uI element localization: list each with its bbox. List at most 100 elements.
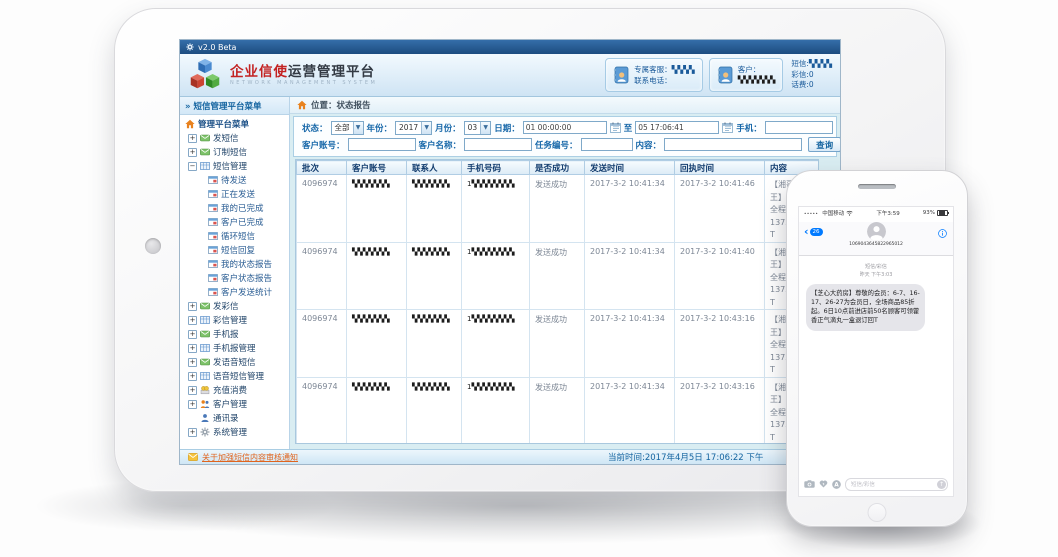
expand-icon[interactable]: +	[188, 400, 197, 409]
collapse-icon[interactable]: −	[188, 162, 197, 171]
query-button[interactable]: 查询	[808, 137, 841, 152]
camera-icon[interactable]	[804, 480, 815, 488]
expand-icon[interactable]: +	[188, 386, 197, 395]
column-header-6[interactable]: 回执时间	[675, 161, 765, 175]
imessage-apps-icon[interactable]: A	[832, 480, 841, 489]
sidebar-item-22[interactable]: +系统管理	[180, 425, 289, 439]
mail-icon	[200, 301, 210, 311]
column-header-2[interactable]: 联系人	[407, 161, 462, 175]
filter-input-1-5[interactable]	[765, 121, 833, 134]
calendar-icon[interactable]	[722, 122, 733, 133]
filter-input-1-4[interactable]	[635, 121, 719, 134]
table-row[interactable]: 4096974▚▚▚▚▚▚▚▚▚▚▚▚▚▚1▚▚▚▚▚▚▚▚发送成功2017-3…	[297, 310, 819, 378]
sidebar-item-21[interactable]: 通讯录	[180, 411, 289, 425]
sidebar-item-label: 短信回复	[221, 244, 255, 256]
sidebar-item-17[interactable]: +发语音短信	[180, 355, 289, 369]
filter-input-2-3[interactable]	[664, 138, 802, 151]
sidebar-item-10[interactable]: 我的状态报告	[180, 257, 289, 271]
filter-row-1: 状态：全部▼年份：2017▼月份：03▼日期：至手机：	[302, 119, 832, 136]
sidebar-item-15[interactable]: +手机报	[180, 327, 289, 341]
sidebar-item-6[interactable]: 我的已完成	[180, 201, 289, 215]
filter-panel: 状态：全部▼年份：2017▼月份：03▼日期：至手机： 客户账号：客户名称：任务…	[293, 116, 837, 157]
filter-select-1-1[interactable]: 2017▼	[395, 121, 432, 135]
mms-balance: 彩信:0	[791, 70, 832, 81]
cell-contact: ▚▚▚▚▚▚▚	[407, 310, 462, 378]
chevron-down-icon: ▼	[353, 122, 363, 134]
sidebar-item-11[interactable]: 客户状态报告	[180, 271, 289, 285]
sidebar-item-12[interactable]: 客户发送统计	[180, 285, 289, 299]
sidebar: » 短信管理平台菜单 管理平台菜单+发短信+订制短信−短信管理待发送正在发送我的…	[180, 97, 290, 449]
expand-icon[interactable]: +	[188, 330, 197, 339]
unread-badge: 26	[810, 228, 823, 236]
sidebar-item-19[interactable]: + 充值消费	[180, 383, 289, 397]
digital-touch-icon[interactable]	[819, 480, 828, 488]
service-line1: 专属客服：▚▚▚▚	[634, 64, 695, 75]
cell-status: 发送成功	[530, 377, 585, 444]
cell-account: ▚▚▚▚▚▚▚	[347, 377, 407, 444]
cubes-logo-icon	[186, 56, 224, 94]
back-button[interactable]: ‹ 26	[804, 227, 823, 237]
app-subtitle: NETWORK MANAGEMENT SYSTEM	[230, 81, 377, 87]
message-caption: 短信/彩信 昨天 下午3:03	[799, 264, 953, 279]
table-row[interactable]: 4096974▚▚▚▚▚▚▚▚▚▚▚▚▚▚1▚▚▚▚▚▚▚▚发送成功2017-3…	[297, 377, 819, 444]
home-button[interactable]	[868, 503, 887, 522]
column-header-5[interactable]: 发送时间	[585, 161, 675, 175]
app-title-block: 企业信使运营管理平台 NETWORK MANAGEMENT SYSTEM	[230, 65, 377, 86]
sidebar-item-0[interactable]: 管理平台菜单	[180, 117, 289, 131]
filter-input-2-0[interactable]	[348, 138, 416, 151]
message-composer: A 短信/彩信 ↑	[804, 477, 948, 491]
expand-icon[interactable]: +	[188, 358, 197, 367]
table-row[interactable]: 4096974▚▚▚▚▚▚▚▚▚▚▚▚▚▚1▚▚▚▚▚▚▚▚发送成功2017-3…	[297, 242, 819, 310]
cell-status: 发送成功	[530, 242, 585, 310]
main-panel: 位置：状态报告 状态：全部▼年份：2017▼月份：03▼日期：至手机： 客户账号…	[290, 97, 840, 449]
sidebar-item-18[interactable]: +语音短信管理	[180, 369, 289, 383]
column-header-3[interactable]: 手机号码	[462, 161, 530, 175]
cell-receipt-time: 2017-3-2 10:43:16	[675, 377, 765, 444]
cell-batch: 4096974	[297, 310, 347, 378]
expand-icon[interactable]: +	[188, 148, 197, 157]
sidebar-item-3[interactable]: −短信管理	[180, 159, 289, 173]
avatar[interactable]	[867, 222, 886, 241]
sidebar-item-label: 客户发送统计	[221, 286, 272, 298]
sidebar-item-4[interactable]: 待发送	[180, 173, 289, 187]
info-icon[interactable]	[938, 229, 947, 238]
filter-select-1-2[interactable]: 03▼	[464, 121, 492, 135]
window-titlebar: v2.0 Beta	[180, 40, 840, 54]
breadcrumb-label: 位置：状态报告	[311, 99, 371, 111]
expand-icon[interactable]: +	[188, 428, 197, 437]
sidebar-item-16[interactable]: +手机报管理	[180, 341, 289, 355]
sidebar-item-label: 循环短信	[221, 230, 255, 242]
sidebar-item-8[interactable]: 循环短信	[180, 229, 289, 243]
cell-status: 发送成功	[530, 310, 585, 378]
table-row[interactable]: 4096974▚▚▚▚▚▚▚▚▚▚▚▚▚▚1▚▚▚▚▚▚▚▚发送成功2017-3…	[297, 175, 819, 243]
column-header-4[interactable]: 是否成功	[530, 161, 585, 175]
expand-icon[interactable]: +	[188, 316, 197, 325]
message-input[interactable]: 短信/彩信 ↑	[845, 478, 948, 491]
notice-link[interactable]: 关于加强短信内容审核通知	[202, 452, 298, 463]
column-header-0[interactable]: 批次	[297, 161, 347, 175]
sidebar-item-5[interactable]: 正在发送	[180, 187, 289, 201]
sidebar-item-7[interactable]: 客户已完成	[180, 215, 289, 229]
filter-select-1-0[interactable]: 全部▼	[331, 121, 364, 135]
sidebar-item-label: 我的已完成	[221, 202, 264, 214]
sidebar-item-label: 充值消费	[213, 384, 247, 396]
sidebar-item-2[interactable]: +订制短信	[180, 145, 289, 159]
send-button[interactable]: ↑	[937, 480, 946, 489]
calendar-icon[interactable]	[610, 122, 621, 133]
battery-icon	[937, 210, 948, 217]
column-header-1[interactable]: 客户账号	[347, 161, 407, 175]
filter-input-2-2[interactable]	[581, 138, 633, 151]
sidebar-item-9[interactable]: 短信回复	[180, 243, 289, 257]
sidebar-item-14[interactable]: +彩信管理	[180, 313, 289, 327]
filter-label-2-2: 任务编号：	[535, 139, 578, 151]
grid-icon	[200, 343, 210, 353]
sidebar-item-1[interactable]: +发短信	[180, 131, 289, 145]
filter-input-1-3[interactable]	[523, 121, 607, 134]
sidebar-item-13[interactable]: +发彩信	[180, 299, 289, 313]
expand-icon[interactable]: +	[188, 344, 197, 353]
expand-icon[interactable]: +	[188, 134, 197, 143]
sidebar-item-20[interactable]: +客户管理	[180, 397, 289, 411]
expand-icon[interactable]: +	[188, 302, 197, 311]
expand-icon[interactable]: +	[188, 372, 197, 381]
filter-input-2-1[interactable]	[464, 138, 532, 151]
